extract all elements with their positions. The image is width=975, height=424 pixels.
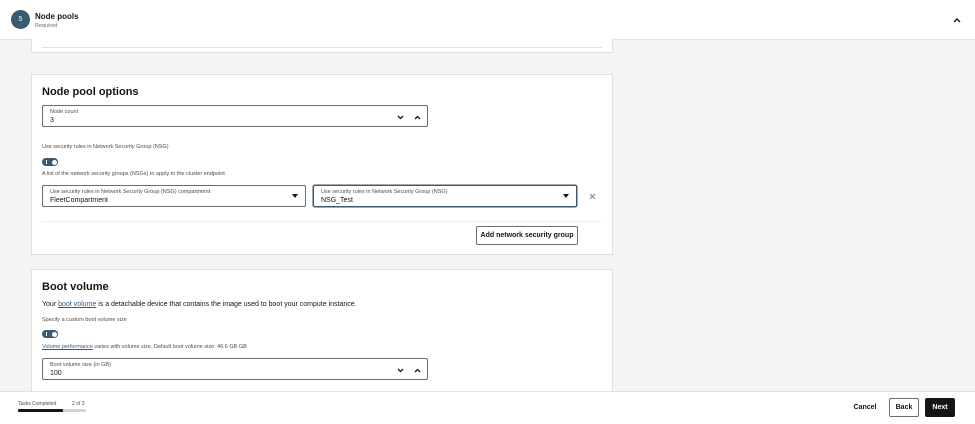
node-count-value[interactable]: 3 [50,117,54,124]
boot-volume-size-value[interactable]: 100 [50,370,62,377]
volume-performance-suffix: varies with volume size. Default boot vo… [94,344,247,350]
custom-size-toggle-switch[interactable] [42,330,58,338]
desc-prefix: Your [42,301,57,308]
nsg-compartment-select[interactable]: Use security rules in Network Security G… [42,185,306,207]
node-pool-options-title: Node pool options [42,86,139,98]
boot-volume-card: Boot volume Your boot volume is a detach… [31,269,613,391]
boot-volume-size-label: Boot volume size (in GB) [50,362,111,368]
wizard-footer: Tasks Completed 2 of 3 Cancel Back Next [0,391,975,424]
nsg-compartment-label: Use security rules in Network Security G… [50,189,211,195]
nsg-toggle-switch[interactable] [42,158,58,166]
node-count-stepper[interactable]: Node count 3 [42,105,428,127]
caret-down-icon[interactable] [563,194,569,198]
back-button[interactable]: Back [889,398,919,417]
boot-volume-size-stepper[interactable]: Boot volume size (in GB) 100 [42,358,428,380]
remove-nsg-close-icon[interactable] [587,191,597,201]
step-header[interactable]: 5 Node pools Required [0,0,975,40]
step-title: Node pools [35,12,79,21]
add-network-security-group-button[interactable]: Add network security group [476,226,578,245]
boot-volume-description: Your boot volume is a detachable device … [42,301,357,308]
nsg-compartment-value: FleetCompartment [50,197,108,204]
tasks-progress-fill [18,409,64,412]
nsg-help-text: A list of the network security groups (N… [42,171,227,177]
decrement-chevron-down-icon[interactable] [394,363,406,377]
nsg-toggle-label: Use security rules in Network Security G… [42,144,169,150]
nsg-select-label: Use security rules in Network Security G… [321,189,448,195]
decrement-chevron-down-icon[interactable] [394,110,406,124]
caret-down-icon[interactable] [292,194,298,198]
increment-chevron-up-icon[interactable] [411,363,423,377]
step-number-badge: 5 [11,10,30,29]
custom-size-label: Specify a custom boot volume size [42,317,127,323]
node-pool-options-card: Node pool options Node count 3 Use secur… [31,74,613,255]
desc-suffix: is a detachable device that contains the… [98,301,357,308]
volume-performance-text: Volume performance varies with volume si… [42,344,247,350]
nsg-select-value: NSG_Test [321,197,353,204]
boot-volume-title: Boot volume [42,281,109,293]
tasks-progress-bar [18,409,86,412]
cancel-button[interactable]: Cancel [848,398,882,417]
next-button[interactable]: Next [925,398,955,417]
increment-chevron-up-icon[interactable] [411,110,423,124]
tasks-completed-count: 2 of 3 [72,401,85,407]
nsg-select[interactable]: Use security rules in Network Security G… [313,185,577,207]
chevron-up-icon[interactable] [950,13,964,27]
divider [42,47,602,48]
node-count-label: Node count [50,109,79,115]
previous-section-card [31,38,613,53]
volume-performance-link[interactable]: Volume performance [42,344,93,350]
tasks-completed-label: Tasks Completed [18,401,57,407]
step-subtitle: Required [35,23,58,29]
divider [42,221,602,222]
boot-volume-link[interactable]: boot volume [58,301,96,308]
